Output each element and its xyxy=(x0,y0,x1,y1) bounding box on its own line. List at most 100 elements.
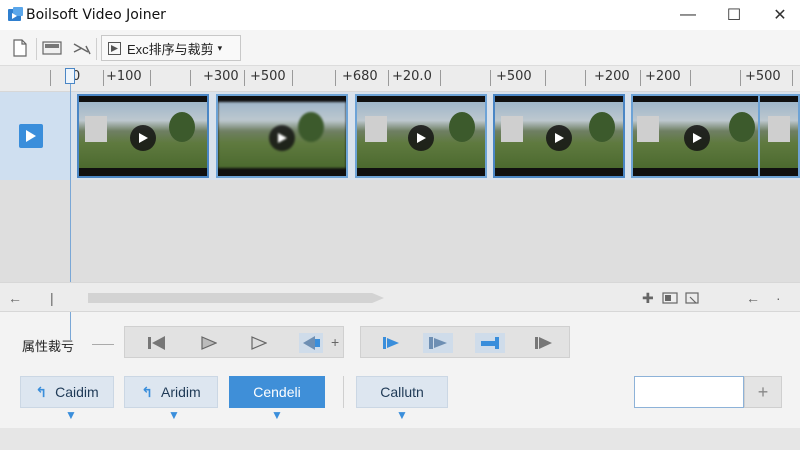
thumbnail-building xyxy=(768,116,790,142)
add-button[interactable]: + xyxy=(744,376,782,408)
scroll-left-icon[interactable]: ← xyxy=(8,290,22,306)
horizontal-scrollbar[interactable] xyxy=(88,293,384,303)
thumbnail-building xyxy=(365,116,387,142)
cut-tool-button[interactable] xyxy=(70,36,94,60)
play-square-icon xyxy=(108,41,121,55)
down-arrow-icon: ▼ xyxy=(65,408,77,422)
ruler-tick xyxy=(292,70,293,86)
transition-prev-button[interactable] xyxy=(145,333,169,353)
video-track-header xyxy=(0,92,70,180)
ruler-tick xyxy=(545,70,546,86)
trim-start-icon xyxy=(383,337,399,349)
track-play-button[interactable] xyxy=(19,124,43,148)
ruler-tick xyxy=(388,70,389,86)
ruler-label: +100 xyxy=(106,69,142,84)
trim-next-button[interactable] xyxy=(531,333,555,353)
mark-in-icon xyxy=(429,337,447,349)
thumbnail-tree xyxy=(298,112,324,142)
aridim-button[interactable]: ↰ Aridim xyxy=(124,376,218,408)
ruler-tick xyxy=(740,70,741,86)
ruler-label: +500 xyxy=(496,69,532,84)
new-file-button[interactable] xyxy=(8,36,32,60)
cendeli-label: Cendeli xyxy=(253,384,301,400)
ruler-tick xyxy=(490,70,491,86)
video-clip[interactable] xyxy=(355,94,487,178)
trim-end-button[interactable] xyxy=(475,333,505,353)
video-clip[interactable] xyxy=(631,94,763,178)
thumbnail-building xyxy=(85,116,107,142)
trim-end-icon xyxy=(481,337,499,349)
open-media-button[interactable] xyxy=(40,36,64,60)
button-separator xyxy=(343,376,344,408)
ruler-label: +500 xyxy=(250,69,286,84)
toolbar-separator xyxy=(96,38,97,60)
video-clip[interactable] xyxy=(216,94,348,178)
ruler-label: +300 xyxy=(203,69,239,84)
title-bar: Boilsoft Video Joiner — ☐ ✕ xyxy=(0,0,800,30)
toolbar-separator xyxy=(36,38,37,60)
ruler-tick xyxy=(585,70,586,86)
maximize-button[interactable]: ☐ xyxy=(711,0,757,30)
play-outline-icon xyxy=(201,336,217,350)
ruler-tick xyxy=(50,70,51,86)
ruler-label: +680 xyxy=(342,69,378,84)
transition-apply-button[interactable] xyxy=(299,333,323,353)
clip-thumbnail xyxy=(79,102,207,168)
timeline-ruler[interactable]: 0 +100 +300 +500 +680 +20.0 +500 +200 +2… xyxy=(0,66,800,92)
crop-icon[interactable] xyxy=(684,291,700,305)
status-strip xyxy=(0,428,800,450)
more-icon[interactable]: · xyxy=(776,290,781,306)
callutn-button[interactable]: Callutn xyxy=(356,376,448,408)
pin-icon[interactable]: ✚ xyxy=(642,290,654,307)
clip-play-icon xyxy=(546,125,572,151)
clip-thumbnail xyxy=(218,102,346,168)
clip-play-icon xyxy=(684,125,710,151)
return-arrow-icon: ↰ xyxy=(35,383,48,400)
video-clip[interactable] xyxy=(77,94,209,178)
thumbnail-tree xyxy=(169,112,195,142)
down-arrow-icon: ▼ xyxy=(396,408,408,422)
trim-start-button[interactable] xyxy=(379,333,403,353)
transition-next-button[interactable] xyxy=(247,333,271,353)
add-transition-icon[interactable]: + xyxy=(331,334,339,350)
clip-thumbnail xyxy=(633,102,761,168)
thumbnail-building xyxy=(637,116,659,142)
arrow-left-icon[interactable]: ← xyxy=(746,290,760,306)
app-logo-icon xyxy=(8,7,23,21)
thumbnail-tree xyxy=(729,112,755,142)
media-icon xyxy=(42,41,62,55)
video-clip[interactable] xyxy=(493,94,625,178)
mode-dropdown[interactable]: Exc排序与裁剪 ▾ xyxy=(101,35,241,61)
aridim-label: Aridim xyxy=(161,384,201,400)
ruler-label: +200 xyxy=(645,69,681,84)
new-file-icon xyxy=(13,39,27,57)
ruler-tick xyxy=(190,70,191,86)
trim-group xyxy=(360,326,570,358)
clip-play-icon xyxy=(408,125,434,151)
ruler-tick xyxy=(244,70,245,86)
video-clip[interactable] xyxy=(758,94,800,178)
snapshot-icon[interactable] xyxy=(662,291,678,305)
chevron-down-icon: ▾ xyxy=(217,42,223,53)
window-title: Boilsoft Video Joiner xyxy=(26,7,166,23)
clip-thumbnail xyxy=(760,102,798,168)
timeline-scroll-row: ← | ✚ ← · xyxy=(0,282,800,312)
trim-mark-button[interactable] xyxy=(423,333,453,353)
ruler-label: +200 xyxy=(594,69,630,84)
down-arrow-icon: ▼ xyxy=(168,408,180,422)
play-outline-icon xyxy=(251,336,267,350)
value-input[interactable] xyxy=(634,376,744,408)
transition-group: + xyxy=(124,326,344,358)
cendeli-button[interactable]: Cendeli xyxy=(229,376,325,408)
minimize-button[interactable]: — xyxy=(665,0,711,30)
play-icon xyxy=(26,130,36,142)
playhead-handle[interactable] xyxy=(65,68,75,84)
caidim-label: Caidim xyxy=(55,384,99,400)
close-button[interactable]: ✕ xyxy=(757,0,800,30)
return-arrow-icon: ↰ xyxy=(141,383,154,400)
transition-play-button[interactable] xyxy=(197,333,221,353)
fade-left-icon xyxy=(303,336,320,350)
ruler-tick xyxy=(103,70,104,86)
caidim-button[interactable]: ↰ Caidim xyxy=(20,376,114,408)
thumbnail-building xyxy=(501,116,523,142)
